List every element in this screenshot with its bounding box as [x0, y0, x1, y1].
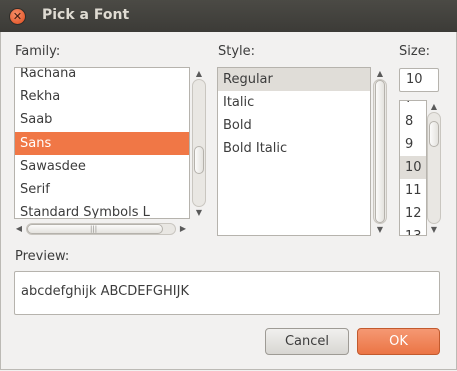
size-item[interactable]: 13	[400, 225, 426, 235]
style-item[interactable]: Italic	[218, 91, 370, 114]
size-vscrollbar[interactable]	[427, 112, 441, 224]
size-item-selected[interactable]: 10	[400, 156, 426, 179]
preview-label: Preview:	[15, 249, 70, 264]
size-item[interactable]: 7	[400, 101, 426, 110]
family-label: Family:	[15, 44, 61, 59]
arrow-down-icon[interactable]: ▼	[373, 225, 387, 235]
size-list[interactable]: 7 8 9 10 11 12 13	[399, 100, 427, 236]
arrow-left-icon[interactable]: ◀	[14, 224, 24, 234]
size-input[interactable]: 10	[399, 68, 439, 92]
family-item[interactable]: Saab	[15, 108, 189, 131]
style-item-selected[interactable]: Regular	[218, 68, 370, 91]
arrow-up-icon[interactable]: ▲	[373, 69, 387, 79]
arrow-right-icon[interactable]: ▶	[178, 224, 188, 234]
family-item-selected[interactable]: Sans	[15, 132, 189, 155]
size-item[interactable]: 8	[400, 110, 426, 133]
family-hscrollbar[interactable]: |||	[26, 223, 176, 235]
close-icon[interactable]: ✕	[9, 8, 26, 25]
style-list[interactable]: Regular Italic Bold Bold Italic	[217, 67, 371, 236]
family-vscroll-thumb[interactable]	[194, 146, 204, 174]
window-title: Pick a Font	[42, 7, 130, 23]
cancel-button[interactable]: Cancel	[265, 328, 349, 355]
style-vscroll-thumb[interactable]	[375, 80, 385, 223]
family-item[interactable]: Sawasdee	[15, 155, 189, 178]
family-item[interactable]: Rekha	[15, 85, 189, 108]
family-hscroll-thumb[interactable]: |||	[27, 224, 163, 234]
size-label: Size:	[399, 44, 431, 59]
arrow-down-icon[interactable]: ▼	[427, 225, 441, 235]
arrow-up-icon[interactable]: ▲	[192, 69, 206, 79]
style-vscrollbar[interactable]	[373, 79, 387, 224]
family-list[interactable]: Rachana Rekha Saab Sans Sawasdee Serif S…	[14, 67, 190, 219]
size-item[interactable]: 11	[400, 179, 426, 202]
family-item[interactable]: Serif	[15, 178, 189, 201]
size-item[interactable]: 9	[400, 133, 426, 156]
family-item[interactable]: Standard Symbols L	[15, 201, 189, 218]
family-item[interactable]: Rachana	[15, 68, 189, 85]
ok-button[interactable]: OK	[357, 328, 440, 355]
arrow-down-icon[interactable]: ▼	[192, 208, 206, 218]
size-item[interactable]: 12	[400, 202, 426, 225]
size-vscroll-thumb[interactable]	[429, 121, 439, 147]
style-label: Style:	[218, 44, 256, 59]
family-vscrollbar[interactable]	[192, 79, 206, 207]
style-item[interactable]: Bold Italic	[218, 137, 370, 160]
arrow-up-icon[interactable]: ▲	[427, 102, 441, 112]
grip-icon: |||	[90, 225, 98, 233]
preview-field[interactable]: abcdefghijk ABCDEFGHIJK	[14, 271, 440, 315]
title-bar: ✕ Pick a Font	[0, 0, 457, 32]
style-item[interactable]: Bold	[218, 114, 370, 137]
